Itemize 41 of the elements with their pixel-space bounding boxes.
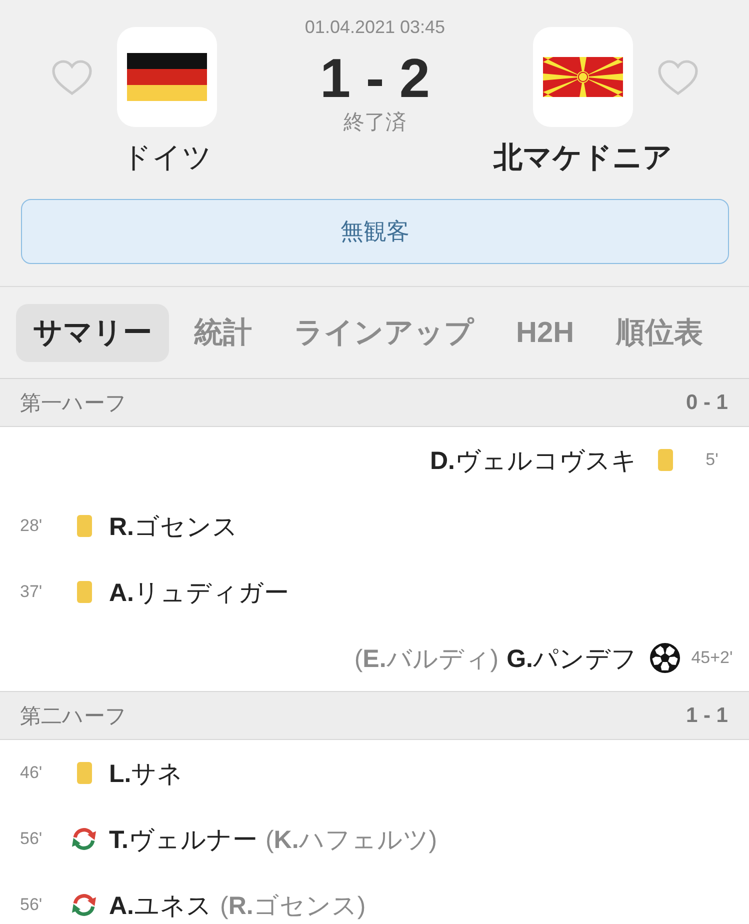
tab[interactable]: サマリー [16, 304, 169, 362]
event-minute: 56' [20, 829, 42, 848]
favorite-heart-icon[interactable] [52, 60, 92, 96]
card-icon [76, 581, 92, 603]
substitution-arrows-icon [71, 892, 97, 918]
tab[interactable]: ラインアップ [277, 304, 491, 362]
tab[interactable]: 統計 [177, 304, 269, 362]
match-status: 終了済 [344, 111, 406, 135]
card-icon [76, 762, 92, 784]
section-score: 1 - 1 [686, 704, 728, 728]
section-title: 第一ハーフ [20, 390, 127, 416]
event-minute: 28' [20, 516, 42, 535]
player-name: D.ヴェルコヴスキ [430, 446, 637, 476]
team-name: ドイツ [122, 141, 212, 175]
player-name: T.ヴェルナー [109, 824, 258, 856]
card-icon [658, 449, 672, 471]
event-minute: 5' [706, 450, 718, 469]
soccer-ball-icon [650, 643, 680, 673]
assist-name: (E.バルディ) [354, 644, 499, 674]
team-name: 北マケドニア [494, 141, 672, 175]
player-name: G.パンデフ [506, 644, 637, 674]
notice-banner: 無観客 [21, 199, 729, 264]
event-minute: 37' [20, 582, 42, 601]
section-score: 0 - 1 [686, 390, 728, 414]
substituted-player-name: (R.ゴセンス) [220, 890, 366, 922]
match-date: 01.04.2021 03:45 [304, 16, 446, 38]
card-icon [76, 515, 92, 537]
tab[interactable]: 順位表 [599, 304, 720, 362]
match-score: 1 - 2 [320, 48, 430, 108]
tab[interactable]: H2H [499, 304, 592, 362]
favorite-heart-icon[interactable] [658, 60, 698, 96]
player-name: A.リュディガー [109, 578, 289, 608]
player-name: R.ゴセンス [109, 512, 238, 542]
substituted-player-name: (K.ハフェルツ) [265, 824, 438, 856]
substitution-arrows-icon [71, 826, 97, 852]
event-minute: 46' [20, 763, 42, 782]
player-name: A.ユネス [109, 890, 212, 922]
event-minute: 45+2' [691, 648, 733, 667]
event-minute: 56' [20, 895, 42, 914]
section-title: 第二ハーフ [20, 704, 127, 730]
player-name: L.サネ [109, 758, 184, 790]
